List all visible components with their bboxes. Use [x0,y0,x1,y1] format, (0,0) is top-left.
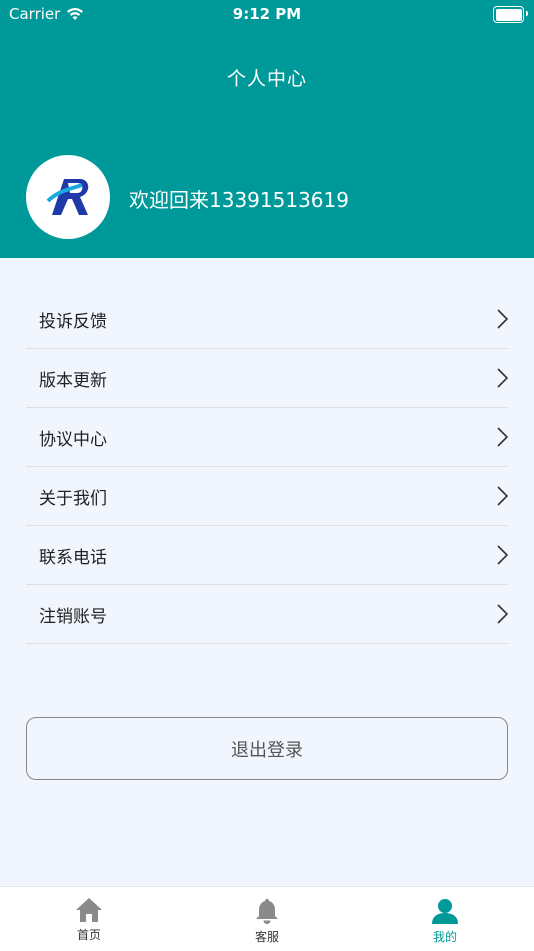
user-icon [432,899,458,924]
profile-header: Carrier 9:12 PM 个人中心 欢迎回来13391513619 [0,0,534,258]
menu-item-contact-phone[interactable]: 联系电话 [26,526,508,585]
menu-item-version-update[interactable]: 版本更新 [26,349,508,408]
chevron-right-icon [497,427,508,447]
page-title: 个人中心 [226,68,307,90]
welcome-text: 欢迎回来13391513619 [129,188,349,212]
chevron-right-icon [497,545,508,565]
chevron-right-icon [497,309,508,329]
menu-item-about-us[interactable]: 关于我们 [26,467,508,526]
tab-customer-service[interactable]: 客服 [178,887,356,951]
settings-menu: 投诉反馈 版本更新 协议中心 关于我们 联系电话 注销账号 [26,290,508,644]
tab-label: 首页 [76,928,101,942]
tab-mine[interactable]: 我的 [356,887,534,951]
menu-item-label: 投诉反馈 [39,311,107,332]
tab-label: 我的 [432,930,457,944]
home-icon [76,898,102,922]
battery-icon [493,6,528,23]
chevron-right-icon [497,486,508,506]
menu-item-delete-account[interactable]: 注销账号 [26,585,508,644]
menu-item-label: 版本更新 [39,370,107,391]
bell-icon [256,899,278,924]
menu-item-label: 注销账号 [39,606,107,627]
menu-item-agreements[interactable]: 协议中心 [26,408,508,467]
status-time: 9:12 PM [232,5,302,23]
chevron-right-icon [497,368,508,388]
chevron-right-icon [497,604,508,624]
tab-home[interactable]: 首页 [0,887,178,951]
menu-item-label: 协议中心 [39,429,107,450]
tab-label: 客服 [254,930,279,944]
logout-button[interactable]: 退出登录 [26,717,508,780]
app-logo-icon [46,179,89,215]
menu-item-label: 联系电话 [39,547,107,568]
menu-item-feedback[interactable]: 投诉反馈 [26,290,508,349]
avatar[interactable] [26,155,110,239]
menu-item-label: 关于我们 [39,488,107,509]
status-bar: Carrier 9:12 PM [0,0,534,28]
tab-bar: 首页 客服 我的 [0,886,534,951]
